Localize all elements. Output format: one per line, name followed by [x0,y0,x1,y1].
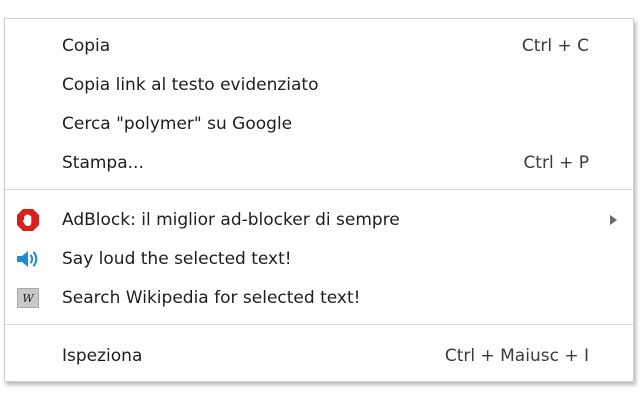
menu-item-print[interactable]: Stampa... Ctrl + P [5,144,633,182]
menu-item-inspect[interactable]: Ispeziona Ctrl + Maiusc + I [5,337,633,375]
menu-item-label: Copia [62,36,111,56]
menu-item-say-loud[interactable]: Say loud the selected text! [5,240,633,278]
menu-item-label: Say loud the selected text! [62,249,292,269]
menu-item-label: AdBlock: il miglior ad-blocker di sempre [62,210,400,230]
menu-item-label: Stampa... [62,153,144,173]
menu-item-label: Cerca "polymer" su Google [62,114,293,134]
menu-item-copy[interactable]: Copia Ctrl + C [5,27,633,65]
submenu-arrow-icon [610,215,617,225]
menu-item-adblock[interactable]: AdBlock: il miglior ad-blocker di sempre [5,201,633,239]
menu-item-shortcut: Ctrl + Maiusc + I [444,346,589,366]
menu-item-label: Copia link al testo evidenziato [62,75,319,95]
wikipedia-icon: W [14,284,42,312]
menu-item-search-google[interactable]: Cerca "polymer" su Google [5,105,633,143]
menu-item-label: Search Wikipedia for selected text! [62,288,361,308]
menu-separator [5,189,633,190]
wikipedia-icon-glyph: W [17,288,39,308]
menu-item-copy-link-highlight[interactable]: Copia link al testo evidenziato [5,66,633,104]
speaker-icon [14,245,42,273]
menu-item-shortcut: Ctrl + P [523,153,589,173]
adblock-icon [14,206,42,234]
context-menu: Copia Ctrl + C Copia link al testo evide… [4,18,634,382]
menu-item-search-wikipedia[interactable]: W Search Wikipedia for selected text! [5,279,633,317]
menu-item-shortcut: Ctrl + C [521,36,589,56]
menu-item-label: Ispeziona [62,346,143,366]
menu-separator [5,324,633,325]
